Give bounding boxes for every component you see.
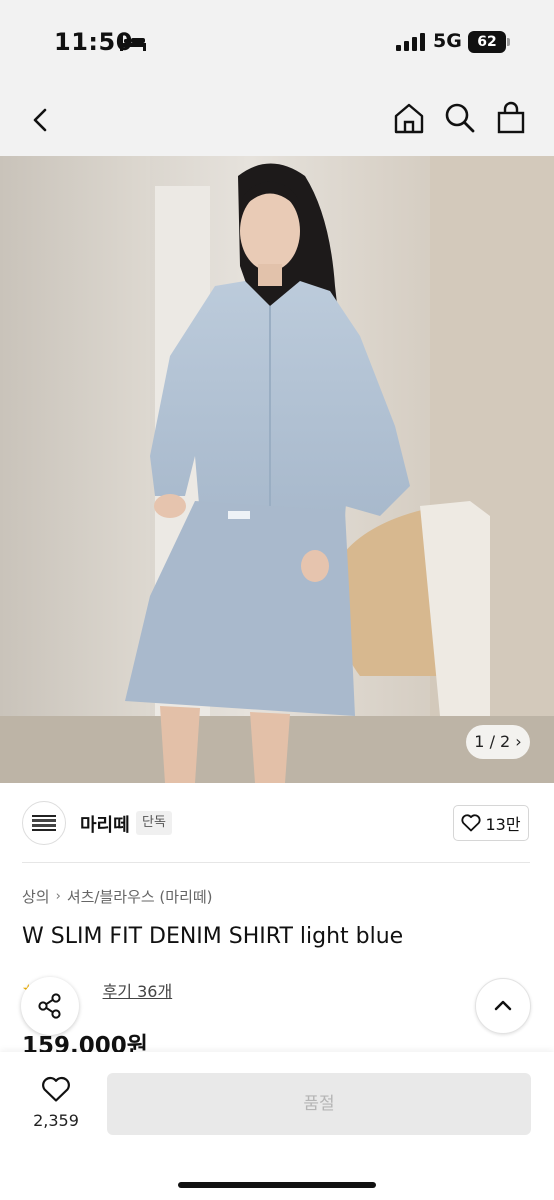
divider [22, 862, 530, 863]
heart-icon [461, 814, 482, 832]
chevron-up-icon [494, 1000, 512, 1011]
breadcrumb-category[interactable]: 상의 [22, 886, 50, 907]
gallery-pager[interactable]: 1 / 2 › [466, 725, 530, 759]
brand-like-count: 13만 [485, 815, 521, 834]
status-bar: 11:50 5G 62 [0, 0, 554, 84]
brand-like-button[interactable]: 13만 [453, 805, 529, 841]
brand-logo[interactable] [22, 801, 66, 845]
brand-logo-mark [32, 815, 56, 831]
battery-icon: 62 [468, 31, 510, 53]
bottom-action-bar: 2,359 품절 [0, 1052, 554, 1200]
battery-tip [507, 38, 510, 46]
home-icon[interactable] [391, 100, 427, 136]
exclusive-badge: 단독 [136, 811, 172, 835]
brand-row: 마리떼 단독 13만 [0, 783, 554, 863]
battery-level: 62 [468, 31, 506, 53]
share-button[interactable] [21, 977, 79, 1035]
breadcrumb: 상의 › 셔츠/블라우스 (마리떼) [22, 886, 213, 907]
bed-icon [120, 35, 146, 51]
product-photo [0, 156, 554, 783]
network-type: 5G [433, 30, 462, 52]
breadcrumb-subcategory[interactable]: 셔츠/블라우스 (마리떼) [67, 886, 213, 907]
review-link[interactable]: 후기 36개 [103, 978, 173, 1002]
heart-icon [42, 1076, 70, 1102]
product-image-gallery[interactable]: 1 / 2 › [0, 156, 554, 783]
share-icon [38, 993, 61, 1019]
shopping-bag-icon[interactable] [493, 100, 529, 136]
chevron-left-icon[interactable] [24, 102, 58, 138]
search-icon[interactable] [442, 100, 478, 136]
sold-out-button[interactable]: 품절 [107, 1073, 531, 1135]
wishlist-count: 2,359 [33, 1111, 79, 1130]
brand-name[interactable]: 마리떼 [80, 811, 130, 837]
home-indicator [178, 1182, 376, 1188]
product-title: W SLIM FIT DENIM SHIRT light blue [22, 924, 404, 949]
scroll-to-top-button[interactable] [475, 978, 531, 1034]
wishlist-button[interactable]: 2,359 [28, 1076, 84, 1130]
breadcrumb-separator: › [55, 889, 61, 904]
signal-bars-icon [396, 33, 425, 51]
top-nav-bar [0, 84, 554, 156]
